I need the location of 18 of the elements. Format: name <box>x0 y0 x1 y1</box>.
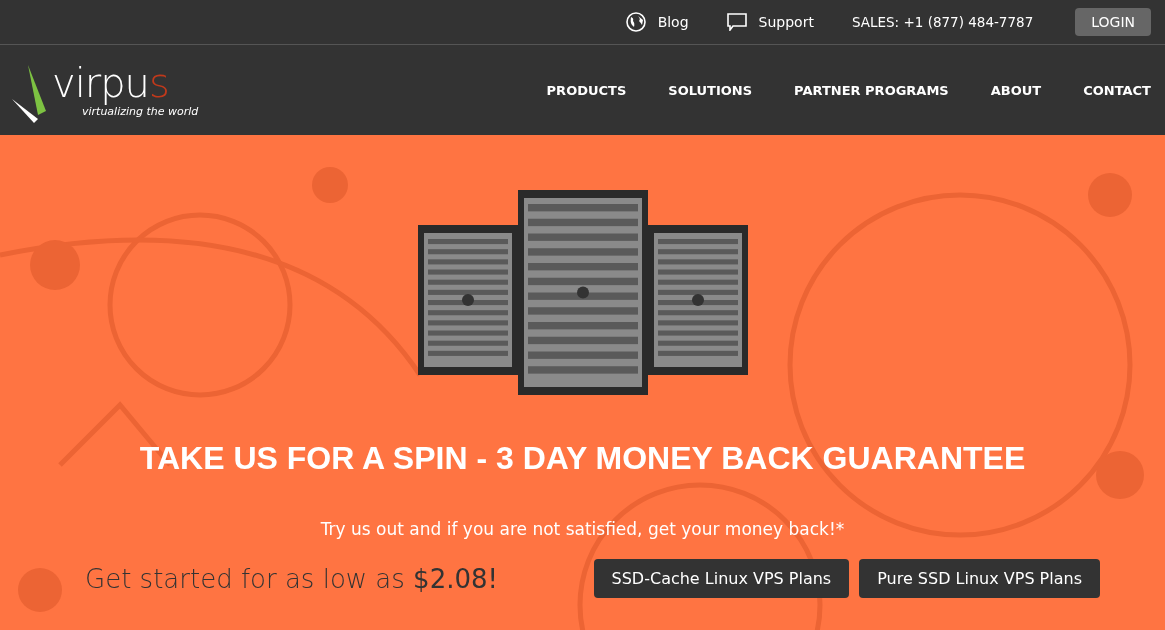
top-link[interactable]: Blog <box>625 12 689 32</box>
hero-subline: Try us out and if you are not satisfied, get your money back!* <box>320 519 845 539</box>
nav-link[interactable]: PRODUCTS <box>546 82 627 98</box>
top-link[interactable]: Support <box>726 13 814 31</box>
login-button[interactable]: LOGIN <box>1075 8 1151 36</box>
price-offer: Get started for as low as $2.08! <box>85 563 499 594</box>
globe-icon <box>625 12 646 32</box>
logo-tagline: virtualizing the world <box>82 104 199 118</box>
hero-headline: TAKE US FOR A SPIN - 3 DAY MONEY BACK GUARANTEE <box>139 440 1026 477</box>
nav-link[interactable]: CONTACT <box>1083 82 1151 98</box>
nav-link[interactable]: PARTNER PROGRAMS <box>794 82 949 98</box>
plans-button[interactable]: SSD-Cache Linux VPS Plans <box>593 559 850 598</box>
nav-link[interactable]: ABOUT <box>990 82 1042 98</box>
chat-icon <box>726 13 747 31</box>
sales-phone: SALES: +1 (877) 484-7787 <box>851 14 1034 30</box>
plans-button[interactable]: Pure SSD Linux VPS Plans <box>859 559 1100 598</box>
nav-link[interactable]: SOLUTIONS <box>668 82 753 98</box>
logo-wordmark: virpus <box>52 62 170 103</box>
